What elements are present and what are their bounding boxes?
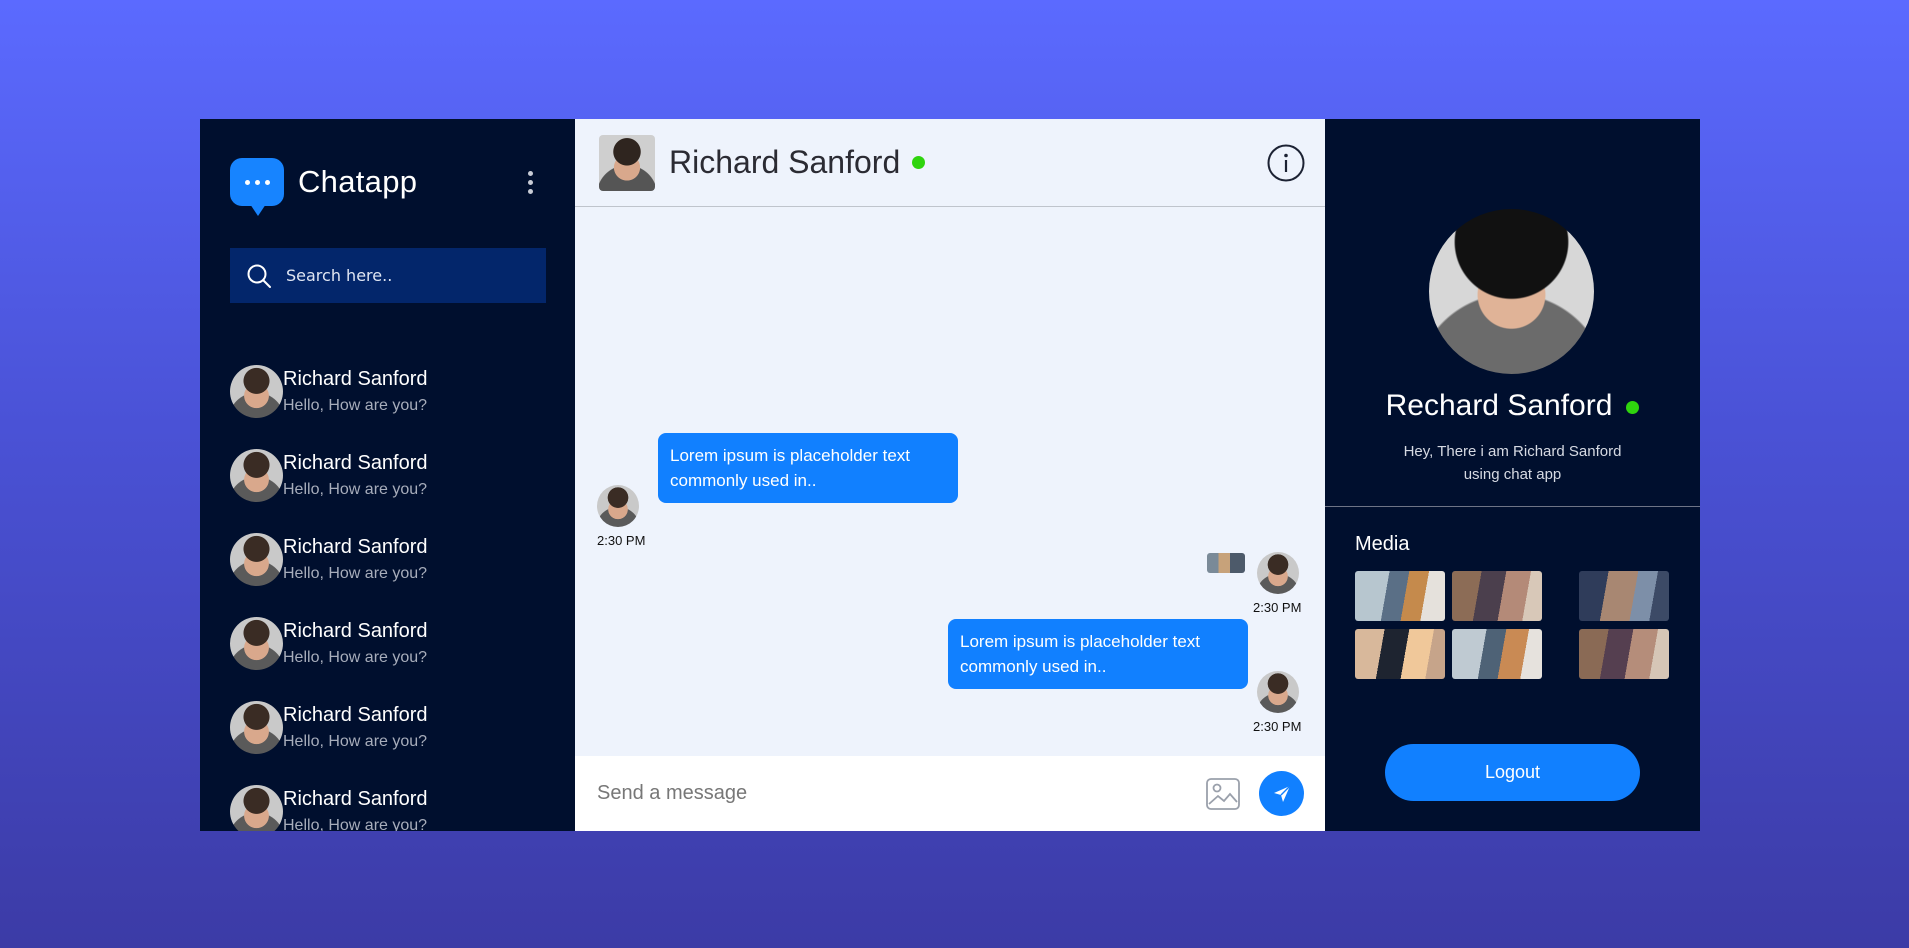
media-thumbnail[interactable] [1452, 571, 1542, 621]
contact-name: Richard Sanford [283, 535, 428, 558]
avatar [230, 364, 283, 418]
media-thumbnail[interactable] [1355, 629, 1445, 679]
media-title: Media [1355, 533, 1410, 555]
chat-contact-name: Richard Sanford [669, 144, 901, 180]
contact-preview: Hello, How are you? [283, 732, 428, 750]
contact-name: Richard Sanford [283, 703, 428, 726]
message-input[interactable] [597, 782, 1177, 805]
send-icon [1273, 785, 1290, 802]
message-image-attachment[interactable] [1207, 553, 1245, 573]
contact-item[interactable]: Richard Sanford Hello, How are you? [230, 433, 550, 517]
image-attach-icon[interactable] [1205, 776, 1241, 812]
avatar [597, 485, 639, 527]
chat-panel: Richard Sanford Lorem ipsum is placehold… [575, 119, 1325, 831]
profile-avatar [1429, 209, 1594, 374]
avatar [1257, 671, 1299, 713]
contact-item[interactable]: Richard Sanford Hello, How are you? [230, 769, 550, 831]
contact-preview: Hello, How are you? [283, 480, 428, 498]
search-bar [230, 248, 546, 303]
message-time: 2:30 PM [597, 533, 646, 548]
contact-name: Richard Sanford [283, 367, 428, 390]
contact-item[interactable]: Richard Sanford Hello, How are you? [230, 349, 550, 433]
profile-name: Rechard Sanford [1385, 389, 1613, 422]
more-options-icon[interactable] [520, 164, 540, 200]
info-icon[interactable] [1267, 144, 1305, 182]
message-bubble-outgoing: Lorem ipsum is placeholder text commonly… [948, 619, 1248, 689]
contact-preview: Hello, How are you? [283, 396, 428, 414]
contact-preview: Hello, How are you? [283, 648, 428, 666]
media-thumbnail[interactable] [1579, 571, 1669, 621]
media-thumbnail[interactable] [1579, 629, 1669, 679]
media-thumbnail[interactable] [1452, 629, 1542, 679]
contact-preview: Hello, How are you? [283, 564, 428, 582]
profile-panel: Rechard Sanford Hey, There i am Richard … [1325, 119, 1700, 831]
avatar [230, 448, 283, 502]
avatar [230, 532, 283, 586]
avatar [230, 616, 283, 670]
divider [1325, 506, 1700, 507]
search-icon [247, 264, 271, 288]
message-composer [575, 756, 1325, 831]
contact-name: Richard Sanford [283, 787, 428, 810]
avatar[interactable] [599, 134, 655, 191]
contact-name: Richard Sanford [283, 619, 428, 642]
contact-list: Richard Sanford Hello, How are you? Rich… [230, 349, 550, 831]
profile-bio: Hey, There i am Richard Sanford using ch… [1403, 443, 1622, 483]
contact-name: Richard Sanford [283, 451, 428, 474]
online-status-dot [912, 156, 926, 169]
online-status-dot [1626, 400, 1640, 414]
chat-header: Richard Sanford [575, 119, 1325, 207]
chat-bubble-icon [230, 158, 284, 216]
message-bubble-incoming: Lorem ipsum is placeholder text commonly… [658, 433, 958, 503]
contact-item[interactable]: Richard Sanford Hello, How are you? [230, 517, 550, 601]
brand: Chatapp [230, 158, 418, 216]
media-thumbnail[interactable] [1355, 571, 1445, 621]
search-input[interactable] [286, 266, 526, 285]
logout-button[interactable]: Logout [1385, 744, 1640, 801]
message-time: 2:30 PM [1253, 600, 1302, 615]
send-button[interactable] [1259, 771, 1304, 816]
avatar [230, 784, 283, 831]
avatar [1257, 552, 1299, 594]
contacts-sidebar: Chatapp Richard Sanford Hello, How are y… [200, 119, 575, 831]
profile-name-row: Rechard Sanford [1325, 389, 1700, 423]
contact-item[interactable]: Richard Sanford Hello, How are you? [230, 685, 550, 769]
chat-app-window: Chatapp Richard Sanford Hello, How are y… [200, 119, 1700, 831]
contact-preview: Hello, How are you? [283, 816, 428, 832]
contact-item[interactable]: Richard Sanford Hello, How are you? [230, 601, 550, 685]
brand-name: Chatapp [298, 164, 418, 199]
message-time: 2:30 PM [1253, 719, 1302, 734]
avatar [230, 700, 283, 754]
